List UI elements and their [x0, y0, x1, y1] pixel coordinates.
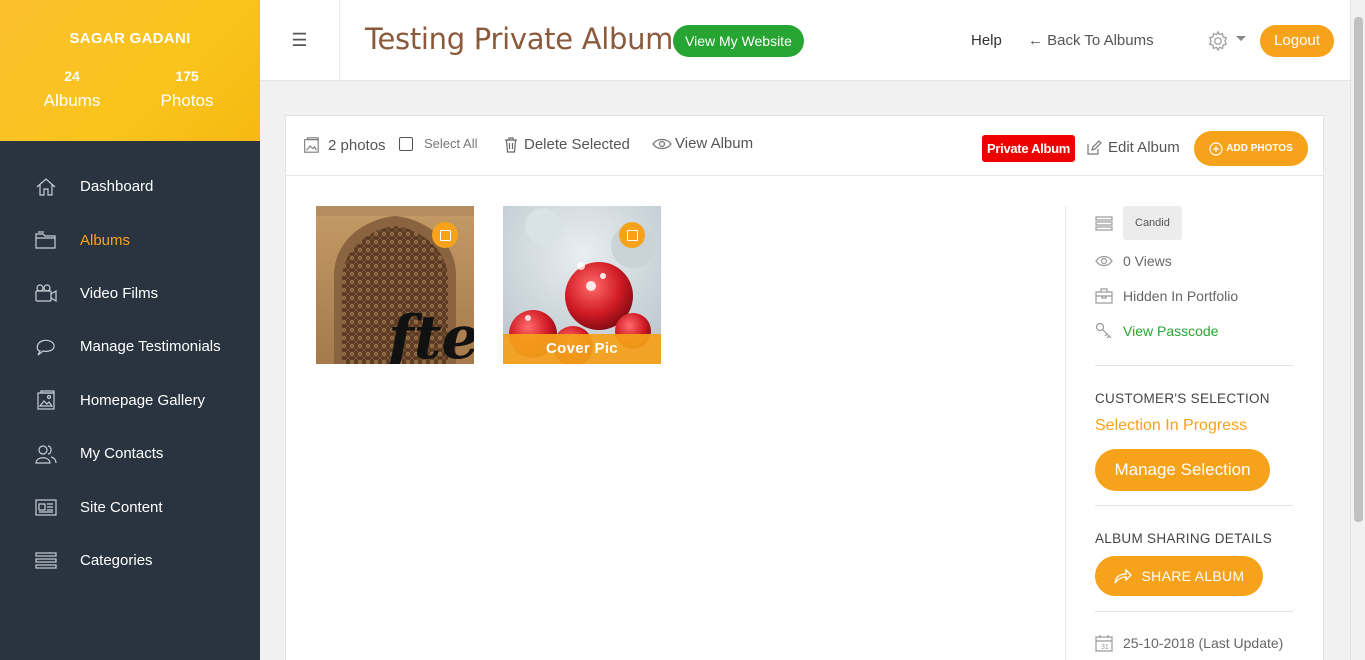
sidebar-item-manage-testimonials[interactable]: Manage Testimonials — [0, 320, 260, 373]
passcode-row[interactable]: View Passcode — [1095, 322, 1218, 340]
last-update-row: 31 25-10-2018 (Last Update) — [1095, 634, 1283, 652]
eye-icon — [652, 138, 672, 149]
sidebar-item-label: My Contacts — [80, 445, 164, 463]
chevron-down-icon[interactable] — [1236, 36, 1246, 41]
portfolio-row: Hidden In Portfolio — [1095, 287, 1238, 305]
profile-header: SAGAR GADANI 24 Albums 175 Photos — [0, 0, 260, 141]
view-album-link[interactable]: View Album — [652, 135, 753, 152]
delete-selected-label: Delete Selected — [524, 136, 630, 153]
sidebar-item-albums[interactable]: Albums — [0, 213, 260, 266]
customer-selection-title: CUSTOMER'S SELECTION — [1095, 391, 1270, 406]
photo-overlay-text: fte — [384, 303, 474, 364]
share-album-label: SHARE ALBUM — [1141, 568, 1245, 584]
last-update-date: 25-10-2018 (Last Update) — [1123, 635, 1284, 651]
calendar-icon: 31 — [1095, 635, 1113, 652]
albums-count: 24 — [64, 68, 80, 84]
sidebar-item-label: Categories — [80, 551, 153, 569]
sidebar-nav: Dashboard Albums Video Films Manage Test… — [0, 160, 260, 587]
list-icon — [1095, 216, 1113, 231]
gear-icon[interactable] — [1207, 30, 1229, 52]
photos-stat: 175 Photos — [137, 68, 237, 111]
back-to-albums-link[interactable]: ← Back To Albums — [1028, 32, 1154, 49]
eye-icon — [1095, 255, 1113, 267]
albums-label: Albums — [43, 91, 101, 110]
divider — [1095, 505, 1293, 506]
help-link[interactable]: Help — [971, 32, 1002, 49]
photos-label: Photos — [160, 91, 214, 110]
svg-text:31: 31 — [1101, 644, 1109, 651]
share-album-button[interactable]: SHARE ALBUM — [1095, 556, 1263, 596]
photo-thumbnail[interactable]: fte — [316, 206, 474, 364]
content-icon — [34, 495, 58, 519]
image-icon — [304, 137, 319, 153]
profile-name: SAGAR GADANI — [69, 30, 191, 47]
albums-stat: 24 Albums — [22, 68, 122, 111]
trash-icon — [505, 136, 517, 153]
sidebar-item-label: Dashboard — [80, 178, 154, 196]
sidebar-item-label: Albums — [80, 231, 131, 249]
add-photos-label: ADD PHOTOS — [1226, 143, 1293, 154]
photo-thumbnail[interactable]: Cover Pic — [503, 206, 661, 364]
logout-button[interactable]: Logout — [1260, 25, 1334, 57]
hamburger-menu-icon[interactable]: ☰ — [260, 0, 340, 81]
view-album-label: View Album — [675, 135, 754, 152]
select-all-label: Select All — [424, 136, 478, 151]
album-toolbar: 2 photos Select All Delete Selected View… — [286, 116, 1323, 176]
category-row: Candid — [1095, 206, 1182, 240]
sidebar-item-label: Site Content — [80, 498, 163, 516]
plus-circle-icon — [1209, 141, 1223, 156]
sidebar-item-video-films[interactable]: Video Films — [0, 267, 260, 320]
briefcase-icon — [1095, 288, 1113, 304]
manage-selection-button[interactable]: Manage Selection — [1095, 449, 1270, 491]
private-album-badge: Private Album — [982, 135, 1076, 162]
sidebar-item-categories[interactable]: Categories — [0, 534, 260, 587]
edit-album-button[interactable]: Edit Album — [1086, 139, 1180, 156]
portfolio-status: Hidden In Portfolio — [1123, 288, 1239, 304]
video-camera-icon — [34, 281, 58, 305]
views-row: 0 Views — [1095, 252, 1172, 270]
home-icon — [34, 175, 58, 199]
sidebar-item-site-content[interactable]: Site Content — [0, 480, 260, 533]
sidebar-item-label: Video Films — [80, 284, 159, 302]
share-arrow-icon — [1113, 568, 1132, 584]
album-card: 2 photos Select All Delete Selected View… — [285, 115, 1324, 660]
divider — [1095, 365, 1293, 366]
contacts-icon — [34, 442, 58, 466]
view-website-button[interactable]: View My Website — [673, 25, 804, 57]
key-icon — [1095, 322, 1112, 339]
selection-status: Selection In Progress — [1095, 417, 1248, 434]
album-sharing-title: ALBUM SHARING DETAILS — [1095, 531, 1273, 546]
photos-count: 175 — [175, 68, 199, 84]
sidebar-item-label: Homepage Gallery — [80, 391, 206, 409]
photos-count-label: 2 photos — [328, 136, 386, 154]
page-scrollbar[interactable] — [1350, 0, 1365, 660]
category-tag: Candid — [1123, 206, 1182, 240]
sidebar-item-dashboard[interactable]: Dashboard — [0, 160, 260, 213]
delete-selected-button[interactable]: Delete Selected — [504, 136, 630, 153]
photos-count: 2 photos — [302, 136, 386, 154]
edit-icon — [1087, 139, 1102, 155]
cover-pic-label: Cover Pic — [503, 334, 661, 364]
photo-select-checkbox[interactable] — [619, 222, 645, 248]
checkbox-icon[interactable] — [399, 136, 413, 151]
add-photos-button[interactable]: ADD PHOTOS — [1194, 131, 1308, 166]
folder-icon — [34, 228, 58, 252]
photo-select-checkbox[interactable] — [432, 222, 458, 248]
top-header: ☰ Testing Private Album View My Website … — [260, 0, 1350, 81]
chat-icon — [34, 335, 58, 359]
sidebar-item-label: Manage Testimonials — [80, 338, 221, 356]
sidebar-item-my-contacts[interactable]: My Contacts — [0, 427, 260, 480]
gallery-icon — [34, 388, 58, 412]
panel-divider — [1065, 206, 1066, 660]
divider — [1095, 611, 1293, 612]
list-icon — [34, 548, 58, 572]
edit-album-label: Edit Album — [1108, 139, 1180, 156]
page-title: Testing Private Album — [365, 22, 674, 56]
sidebar-item-homepage-gallery[interactable]: Homepage Gallery — [0, 374, 260, 427]
views-count: 0 Views — [1123, 253, 1172, 269]
select-all-checkbox[interactable]: Select All — [399, 136, 477, 151]
scrollbar-thumb[interactable] — [1354, 17, 1363, 522]
sidebar: SAGAR GADANI 24 Albums 175 Photos Dashbo… — [0, 0, 260, 660]
view-passcode-link[interactable]: View Passcode — [1123, 323, 1218, 339]
